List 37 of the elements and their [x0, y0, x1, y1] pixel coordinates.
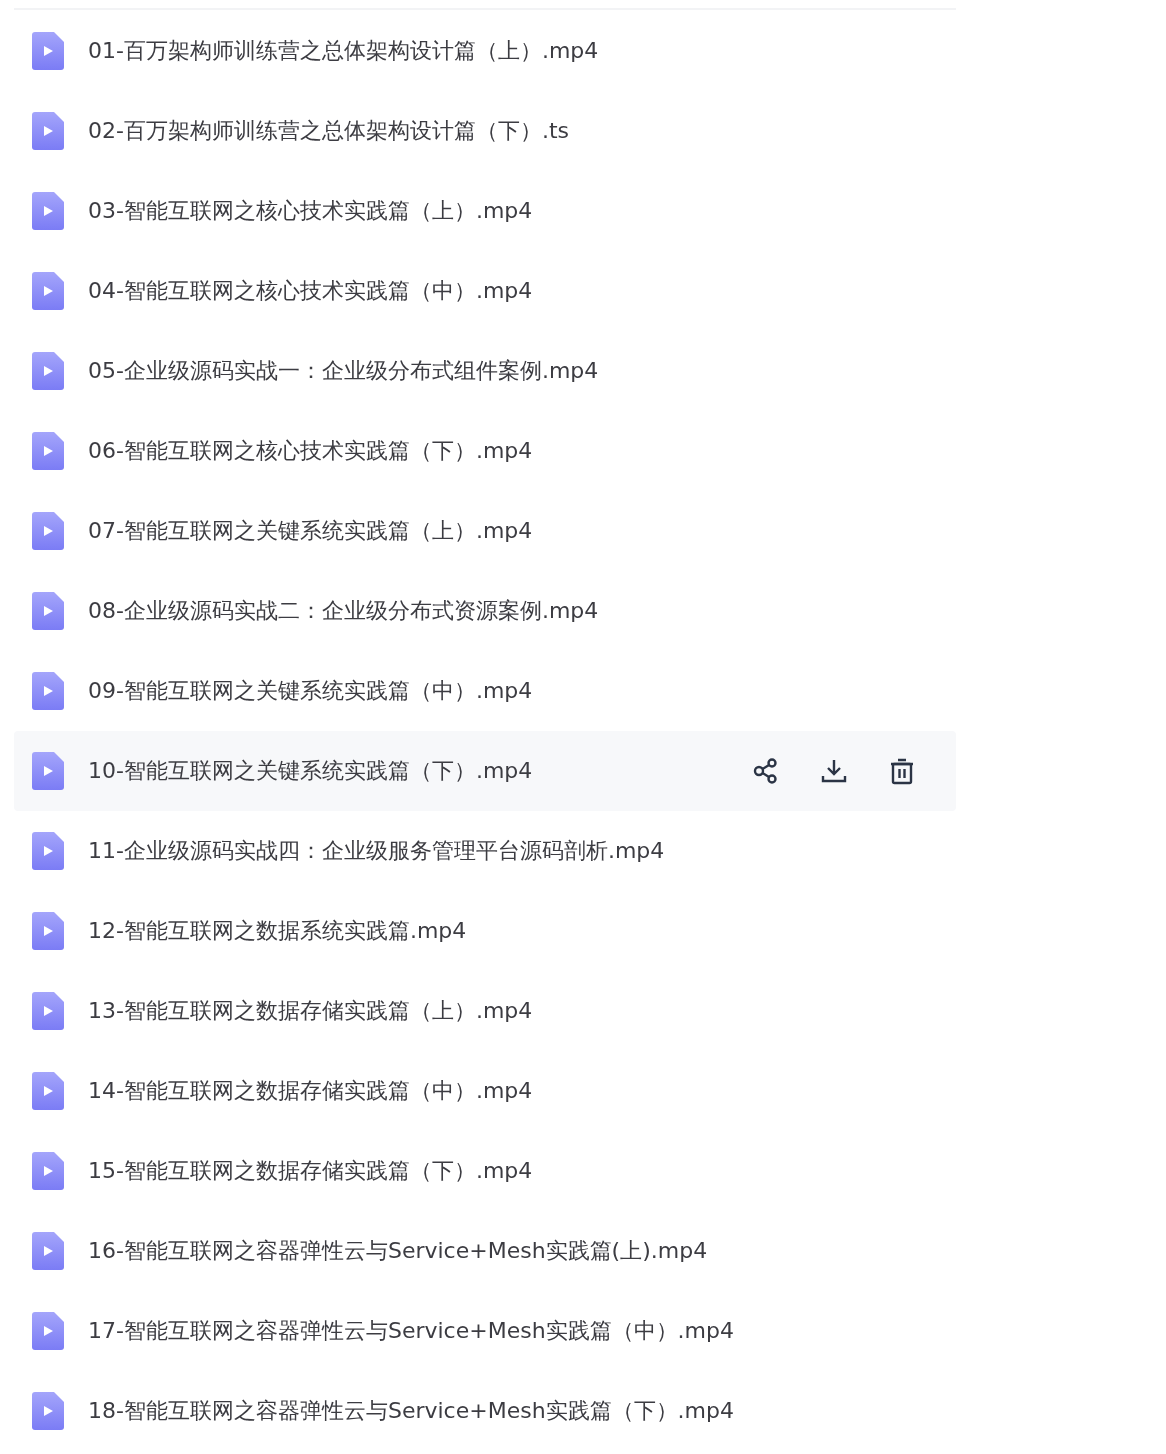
file-name[interactable]: 07-智能互联网之关键系统实践篇（上）.mp4 [88, 516, 938, 546]
video-file-icon [32, 432, 64, 470]
video-file-icon [32, 832, 64, 870]
file-name[interactable]: 16-智能互联网之容器弹性云与Service+Mesh实践篇(上).mp4 [88, 1236, 938, 1266]
video-file-icon [32, 992, 64, 1030]
video-file-icon [32, 752, 64, 790]
video-file-icon [32, 592, 64, 630]
file-name[interactable]: 12-智能互联网之数据系统实践篇.mp4 [88, 916, 938, 946]
video-file-icon [32, 1072, 64, 1110]
file-name[interactable]: 04-智能互联网之核心技术实践篇（中）.mp4 [88, 276, 938, 306]
file-name[interactable]: 15-智能互联网之数据存储实践篇（下）.mp4 [88, 1156, 938, 1186]
file-name[interactable]: 03-智能互联网之核心技术实践篇（上）.mp4 [88, 196, 938, 226]
video-file-icon [32, 32, 64, 70]
file-name[interactable]: 14-智能互联网之数据存储实践篇（中）.mp4 [88, 1076, 938, 1106]
file-name[interactable]: 17-智能互联网之容器弹性云与Service+Mesh实践篇（中）.mp4 [88, 1316, 938, 1346]
file-name[interactable]: 11-企业级源码实战四：企业级服务管理平台源码剖析.mp4 [88, 836, 938, 866]
file-name[interactable]: 13-智能互联网之数据存储实践篇（上）.mp4 [88, 996, 938, 1026]
video-file-icon [32, 1152, 64, 1190]
file-name[interactable]: 02-百万架构师训练营之总体架构设计篇（下）.ts [88, 116, 938, 146]
file-name[interactable]: 09-智能互联网之关键系统实践篇（中）.mp4 [88, 676, 938, 706]
file-name[interactable]: 08-企业级源码实战二：企业级分布式资源案例.mp4 [88, 596, 938, 626]
file-name[interactable]: 10-智能互联网之关键系统实践篇（下）.mp4 [88, 756, 750, 786]
video-file-icon [32, 512, 64, 550]
video-file-icon [32, 1392, 64, 1430]
video-file-icon [32, 672, 64, 710]
video-file-icon [32, 352, 64, 390]
video-file-icon [32, 1312, 64, 1350]
file-name[interactable]: 06-智能互联网之核心技术实践篇（下）.mp4 [88, 436, 938, 466]
video-file-icon [32, 912, 64, 950]
video-file-icon [32, 272, 64, 310]
video-file-icon [32, 1232, 64, 1270]
file-name[interactable]: 18-智能互联网之容器弹性云与Service+Mesh实践篇（下）.mp4 [88, 1396, 938, 1426]
file-row[interactable]: 10-智能互联网之关键系统实践篇（下）.mp4 [14, 731, 956, 811]
video-file-icon [32, 112, 64, 150]
file-name[interactable]: 05-企业级源码实战一：企业级分布式组件案例.mp4 [88, 356, 938, 386]
video-file-icon [32, 192, 64, 230]
file-name[interactable]: 01-百万架构师训练营之总体架构设计篇（上）.mp4 [88, 36, 938, 66]
